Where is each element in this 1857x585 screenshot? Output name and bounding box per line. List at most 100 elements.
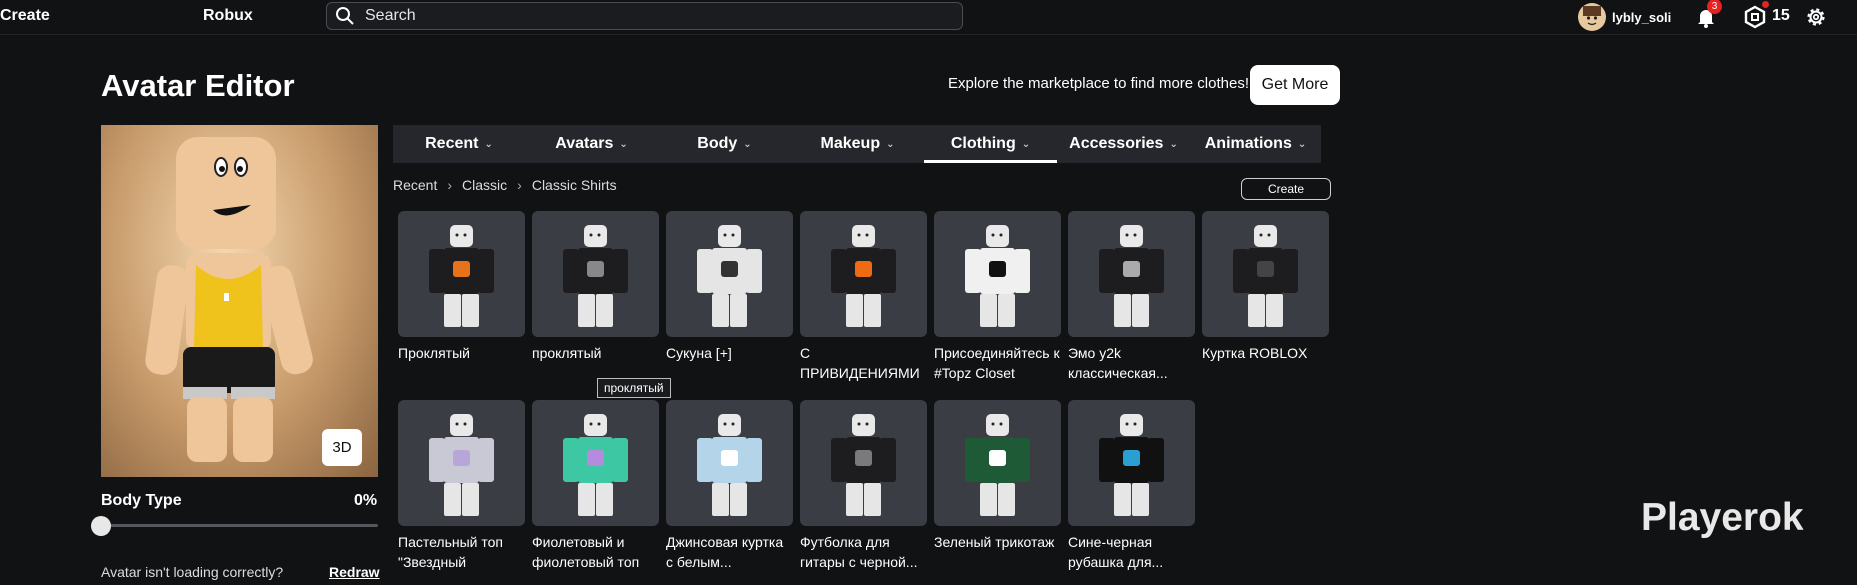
breadcrumb: Recent › Classic › Classic Shirts <box>393 177 617 193</box>
notification-badge: 3 <box>1707 0 1722 14</box>
shirt-preview-image <box>965 414 1030 516</box>
search-input[interactable] <box>365 7 925 25</box>
robux-alert-dot <box>1762 1 1769 8</box>
item-card[interactable]: Куртка ROBLOX <box>1202 211 1329 363</box>
chevron-down-icon: ⌄ <box>1021 138 1031 150</box>
username: lybly_soli <box>1612 9 1672 25</box>
marketplace-promo-text: Explore the marketplace to find more clo… <box>948 75 1249 92</box>
top-navigation-bar: Create Robux lybly_soli 3 15 <box>0 0 1857 35</box>
item-name: Сукуна [+] <box>666 345 732 361</box>
nav-robux-link[interactable]: Robux <box>203 7 253 25</box>
redraw-link[interactable]: Redraw <box>329 564 380 580</box>
chevron-down-icon: ⌄ <box>743 138 752 150</box>
category-tabs: Recent ⌄ Avatars ⌄ Body ⌄ Makeup ⌄ Clothing ⌄… <box>393 125 1321 163</box>
body-type-label: Body Type <box>101 492 182 509</box>
avatar-preview[interactable] <box>101 125 378 477</box>
shirt-preview-image <box>831 414 896 516</box>
item-thumbnail[interactable] <box>666 400 793 526</box>
view-3d-toggle[interactable]: 3D <box>322 429 362 466</box>
shirt-preview-image <box>697 414 762 516</box>
tab-avatars[interactable]: Avatars ⌄ <box>525 125 658 163</box>
body-type-slider-handle[interactable] <box>91 516 111 536</box>
item-name: Проклятый <box>398 345 470 361</box>
item-name: Куртка ROBLOX <box>1202 345 1308 361</box>
item-card[interactable]: проклятый <box>532 211 659 363</box>
search-bar[interactable] <box>326 2 963 30</box>
item-card[interactable]: Джинсовая куртка с белым... <box>666 400 793 572</box>
nav-create-link[interactable]: Create <box>0 7 50 25</box>
item-card[interactable]: Присоединяйтесь к #Topz Closet <box>934 211 1061 383</box>
tab-makeup[interactable]: Makeup ⌄ <box>791 125 924 163</box>
item-thumbnail[interactable] <box>666 211 793 337</box>
item-card[interactable]: Сине-черная рубашка для... <box>1068 400 1195 572</box>
item-thumbnail[interactable] <box>398 400 525 526</box>
item-thumbnail[interactable] <box>532 211 659 337</box>
chevron-right-icon: › <box>447 177 453 193</box>
item-thumbnail[interactable] <box>398 211 525 337</box>
item-card[interactable]: Проклятый <box>398 211 525 363</box>
item-thumbnail[interactable] <box>1068 400 1195 526</box>
redraw-question: Avatar isn't loading correctly? <box>101 564 284 580</box>
item-name: Эмо y2k классическая... <box>1068 345 1168 381</box>
item-card[interactable]: С ПРИВИДЕНИЯМИ <box>800 211 927 383</box>
item-thumbnail[interactable] <box>934 400 1061 526</box>
tab-avatars-label: Avatars <box>555 135 614 152</box>
item-thumbnail[interactable] <box>1068 211 1195 337</box>
item-name: проклятый <box>532 345 602 361</box>
chevron-down-icon: ⌄ <box>1297 138 1307 150</box>
item-thumbnail[interactable] <box>800 211 927 337</box>
shirt-preview-image <box>831 225 896 327</box>
watermark-logo: Playerok <box>1641 496 1804 539</box>
tab-makeup-label: Makeup <box>820 135 881 152</box>
tab-body-label: Body <box>697 135 738 152</box>
settings-button[interactable] <box>1802 3 1830 31</box>
item-thumbnail[interactable] <box>800 400 927 526</box>
item-name: Футболка для гитары с черной... <box>800 534 918 570</box>
shirt-preview-image <box>563 225 628 327</box>
tab-animations-label: Animations <box>1204 135 1292 152</box>
item-card[interactable]: Пастельный топ "Звездный взрыв"... <box>398 400 525 572</box>
item-name: Джинсовая куртка с белым... <box>666 534 784 570</box>
tab-accessories-label: Accessories <box>1069 135 1164 152</box>
shirt-preview-image <box>563 414 628 516</box>
item-thumbnail[interactable] <box>934 211 1061 337</box>
get-more-button[interactable]: Get More <box>1250 65 1340 105</box>
robux-button[interactable] <box>1741 1 1769 31</box>
shirt-preview-image <box>1099 414 1164 516</box>
item-card[interactable]: Футболка для гитары с черной... <box>800 400 927 572</box>
shirt-preview-image <box>1099 225 1164 327</box>
tab-recent-label: Recent <box>425 135 479 152</box>
chevron-down-icon: ⌄ <box>484 138 493 150</box>
user-profile[interactable]: lybly_soli <box>1578 3 1671 31</box>
breadcrumb-classic-shirts: Classic Shirts <box>531 177 617 193</box>
tab-accessories[interactable]: Accessories ⌄ <box>1057 125 1190 163</box>
create-button[interactable]: Create <box>1241 178 1331 200</box>
robux-balance: 15 <box>1772 7 1790 24</box>
item-card[interactable]: Сукуна [+] <box>666 211 793 363</box>
item-card[interactable]: Эмо y2k классическая... <box>1068 211 1195 383</box>
body-type-slider[interactable] <box>101 524 378 527</box>
tab-clothing[interactable]: Clothing ⌄ <box>924 125 1057 163</box>
tab-recent[interactable]: Recent ⌄ <box>393 125 525 163</box>
tab-body[interactable]: Body ⌄ <box>658 125 791 163</box>
chevron-down-icon: ⌄ <box>886 138 895 150</box>
item-thumbnail[interactable] <box>1202 211 1329 337</box>
item-card[interactable]: Зеленый трикотаж <box>934 400 1061 552</box>
robux-icon <box>1744 5 1766 29</box>
item-name: Фиолетовый и фиолетовый топ <box>532 534 640 570</box>
tab-animations[interactable]: Animations ⌄ <box>1190 125 1321 163</box>
item-tooltip: проклятый <box>597 378 671 398</box>
breadcrumb-recent[interactable]: Recent <box>393 177 437 193</box>
notifications-button[interactable]: 3 <box>1692 0 1722 31</box>
item-name: Сине-черная рубашка для... <box>1068 534 1164 570</box>
chevron-down-icon: ⌄ <box>1169 138 1178 150</box>
avatar-figure <box>145 137 313 462</box>
search-icon <box>336 7 354 25</box>
chevron-right-icon: › <box>517 177 522 193</box>
item-thumbnail[interactable] <box>532 400 659 526</box>
shirt-preview-image <box>965 225 1030 327</box>
chevron-down-icon: ⌄ <box>619 138 628 150</box>
item-card[interactable]: Фиолетовый и фиолетовый топ <box>532 400 659 572</box>
breadcrumb-classic[interactable]: Classic <box>462 177 507 193</box>
shirt-preview-image <box>697 225 762 327</box>
